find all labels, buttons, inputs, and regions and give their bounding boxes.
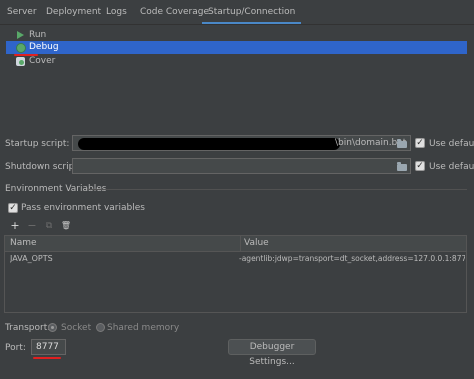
run-icon (17, 31, 24, 39)
tab-logs[interactable]: Logs (106, 0, 127, 24)
delete-icon[interactable]: 🗑 (60, 220, 72, 232)
folder-icon[interactable] (397, 162, 407, 171)
port-label: Port: (5, 343, 26, 353)
mode-debug[interactable]: Debug (6, 41, 467, 54)
tab-server[interactable]: Server (7, 0, 37, 24)
shared-memory-label: Shared memory (107, 323, 180, 333)
remove-icon[interactable]: − (26, 220, 38, 232)
mode-cover-label: Cover (29, 56, 56, 66)
mode-debug-label: Debug (29, 42, 59, 52)
socket-label: Socket (61, 323, 92, 333)
transport-label: Transport: (5, 323, 51, 333)
folder-icon[interactable] (397, 139, 407, 148)
mode-cover[interactable]: Cover (6, 55, 467, 68)
redacted-path (78, 138, 340, 150)
startup-script-value: \bin\domain.bat (335, 138, 407, 148)
port-input[interactable]: 8777 (31, 339, 66, 355)
pass-env-checkbox[interactable]: ✓ (8, 203, 18, 213)
startup-script-label: Startup script: (5, 139, 70, 149)
debug-icon (16, 43, 26, 53)
shutdown-script-label: Shutdown script: (5, 162, 81, 172)
port-value: 8777 (36, 342, 59, 352)
shutdown-script-field[interactable] (72, 158, 411, 174)
tab-code-coverage[interactable]: Code Coverage (140, 0, 209, 24)
column-header-value[interactable]: Value (244, 236, 269, 251)
socket-radio[interactable] (48, 323, 57, 332)
tab-bar: Server Deployment Logs Code Coverage Sta… (0, 0, 474, 25)
column-header-name[interactable]: Name (10, 236, 37, 251)
column-divider (240, 236, 241, 251)
add-icon[interactable]: + (9, 220, 21, 232)
shared-memory-radio[interactable] (96, 323, 105, 332)
startup-use-default-label: Use default (429, 139, 474, 149)
env-table: Name Value JAVA_OPTS -agentlib:jdwp=tran… (4, 235, 467, 313)
copy-icon[interactable]: ⧉ (43, 220, 55, 232)
startup-use-default-checkbox[interactable]: ✓ (415, 138, 425, 148)
annotation-underline-port (33, 357, 61, 359)
cover-icon (16, 57, 25, 66)
pass-env-label: Pass environment variables (21, 203, 145, 213)
env-var-value: -agentlib:jdwp=transport=dt_socket,addre… (239, 254, 465, 263)
shutdown-use-default-checkbox[interactable]: ✓ (415, 161, 425, 171)
env-var-name: JAVA_OPTS (10, 254, 53, 263)
tab-deployment[interactable]: Deployment (46, 0, 101, 24)
divider (88, 189, 467, 190)
debugger-settings-button[interactable]: Debugger Settings... (228, 339, 316, 367)
table-row[interactable]: JAVA_OPTS -agentlib:jdwp=transport=dt_so… (5, 252, 466, 266)
env-table-header: Name Value (5, 236, 466, 252)
tab-startup-connection[interactable]: Startup/Connection (202, 0, 302, 24)
startup-script-field[interactable]: \bin\domain.bat (72, 135, 411, 151)
shutdown-use-default-label: Use default (429, 162, 474, 172)
